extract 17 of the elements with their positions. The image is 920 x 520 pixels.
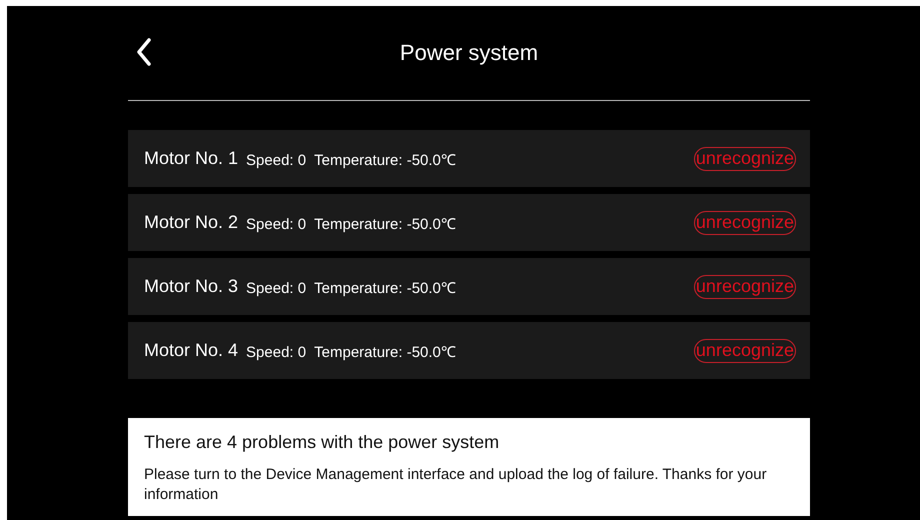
motor-details: Speed: 0 Temperature: -50.0℃ <box>246 278 457 296</box>
motor-name: Motor No. 1 <box>144 148 238 169</box>
motor-name: Motor No. 4 <box>144 340 238 361</box>
status-badge: unrecognize <box>694 338 796 362</box>
motor-details: Speed: 0 Temperature: -50.0℃ <box>246 342 457 360</box>
motor-name: Motor No. 3 <box>144 276 238 297</box>
chevron-left-icon <box>136 38 152 66</box>
back-button[interactable] <box>136 38 152 66</box>
notice-title: There are 4 problems with the power system <box>144 432 500 453</box>
notice-message: Please turn to the Device Management interface and upload the log of failure. Thanks for your information <box>144 465 768 504</box>
motor-name: Motor No. 2 <box>144 212 238 233</box>
status-badge: unrecognize <box>694 274 796 298</box>
page-title: Power system <box>400 40 538 66</box>
status-badge: unrecognize <box>694 210 796 234</box>
motor-details: Speed: 0 Temperature: -50.0℃ <box>246 150 457 168</box>
motor-details: Speed: 0 Temperature: -50.0℃ <box>246 214 457 232</box>
status-badge: unrecognize <box>694 146 796 170</box>
